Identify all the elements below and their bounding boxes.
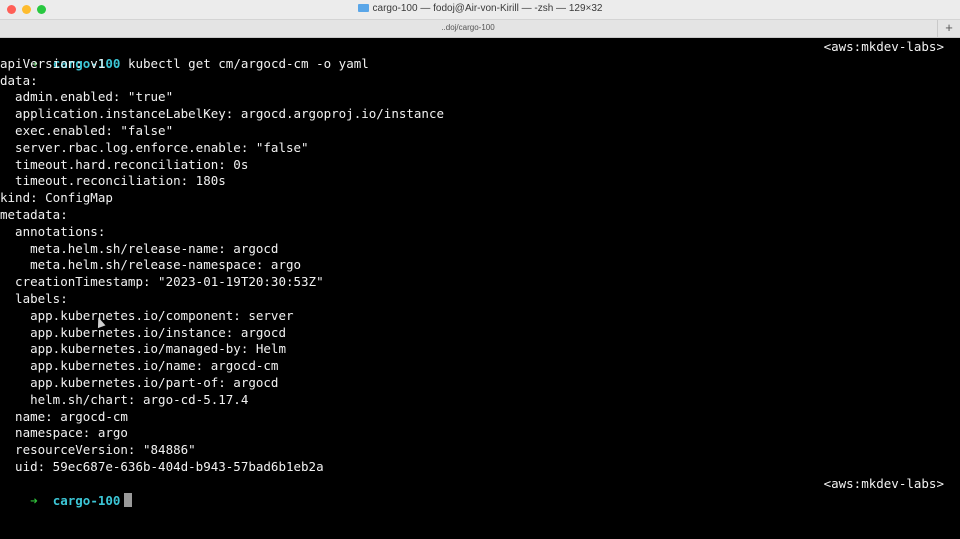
window-title: cargo-100 — fodoj@Air-von-Kirill — -zsh … bbox=[0, 3, 960, 14]
right-prompt: <aws:mkdev-labs> bbox=[823, 475, 944, 491]
output-line: kind: ConfigMap bbox=[0, 190, 113, 206]
window-titlebar: cargo-100 — fodoj@Air-von-Kirill — -zsh … bbox=[0, 0, 960, 20]
output-line: namespace: argo bbox=[0, 425, 128, 441]
output-line: name: argocd-cm bbox=[0, 408, 128, 424]
output-line: app.kubernetes.io/component: server bbox=[0, 307, 294, 323]
output-line: app.kubernetes.io/instance: argocd bbox=[0, 324, 286, 340]
output-line: admin.enabled: "true" bbox=[0, 89, 174, 105]
output-line: app.kubernetes.io/part-of: argocd bbox=[0, 375, 279, 390]
output-line: meta.helm.sh/release-name: argocd bbox=[0, 240, 279, 256]
output-line: helm.sh/chart: argo-cd-5.17.4 bbox=[0, 391, 249, 407]
window-title-text: cargo-100 — fodoj@Air-von-Kirill — -zsh … bbox=[372, 3, 603, 14]
output-line: uid: 59ec687e-636b-404d-b943-57bad6b1eb2… bbox=[0, 459, 324, 474]
output-line: application.instanceLabelKey: argocd.arg… bbox=[0, 106, 445, 122]
terminal-view[interactable]: ➜ cargo-100 kubectl get cm/argocd-cm -o … bbox=[0, 38, 960, 539]
output-line: timeout.reconciliation: 180s bbox=[0, 173, 226, 189]
right-prompt: <aws:mkdev-labs> bbox=[823, 39, 944, 54]
output-line: data: bbox=[0, 72, 38, 88]
output-line: apiVersion: v1 bbox=[0, 55, 106, 71]
output-line: timeout.hard.reconciliation: 0s bbox=[0, 156, 249, 172]
tab-bar: ..doj/cargo-100 + bbox=[0, 20, 960, 38]
output-line: resourceVersion: "84886" bbox=[0, 442, 196, 458]
prompt-arrow: ➜ bbox=[30, 492, 38, 508]
output-line: creationTimestamp: "2023-01-19T20:30:53Z… bbox=[0, 274, 324, 290]
folder-icon bbox=[357, 4, 369, 12]
text-cursor bbox=[124, 492, 133, 507]
prompt-directory: cargo-100 bbox=[52, 492, 121, 508]
command-line: ➜ cargo-100 kubectl get cm/argocd-cm -o … bbox=[0, 38, 369, 71]
output-line: metadata: bbox=[0, 207, 68, 222]
command-text: kubectl get cm/argocd-cm -o yaml bbox=[127, 56, 369, 71]
output-line: server.rbac.log.enforce.enable: "false" bbox=[0, 139, 309, 155]
prompt-line: ➜ cargo-100 bbox=[0, 475, 133, 508]
output-line: exec.enabled: "false" bbox=[0, 123, 174, 138]
output-line: meta.helm.sh/release-namespace: argo bbox=[0, 257, 302, 273]
output-line: labels: bbox=[0, 291, 68, 306]
new-tab-button[interactable]: + bbox=[937, 20, 960, 37]
output-line: app.kubernetes.io/name: argocd-cm bbox=[0, 358, 279, 374]
output-line: annotations: bbox=[0, 223, 106, 239]
tab-active[interactable]: ..doj/cargo-100 bbox=[0, 23, 936, 32]
output-line: app.kubernetes.io/managed-by: Helm bbox=[0, 341, 286, 357]
